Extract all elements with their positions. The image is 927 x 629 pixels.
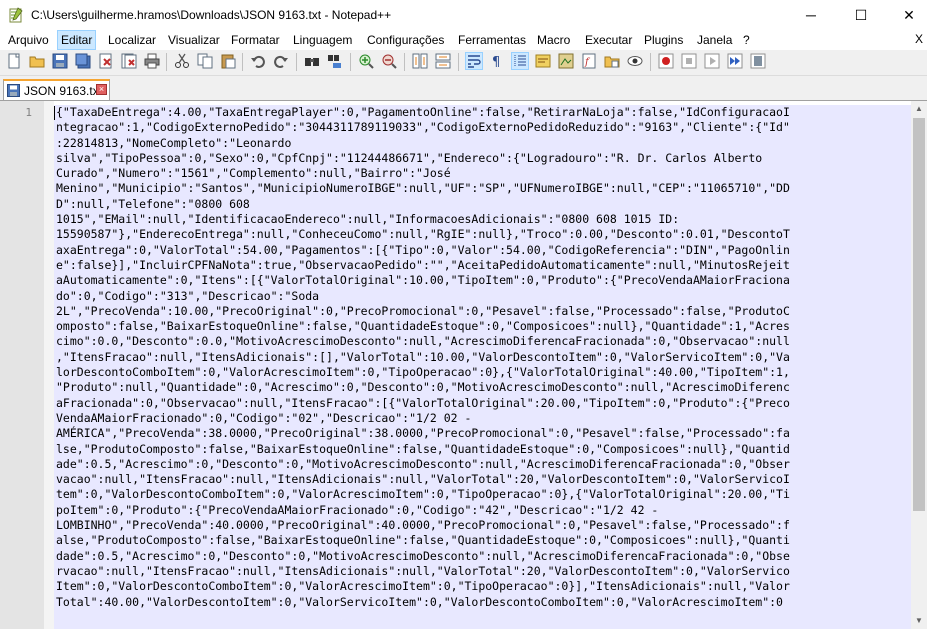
menu-visualizar[interactable]: Visualizar — [165, 31, 223, 49]
toolbar-separator — [404, 53, 405, 71]
menu-bar: Arquivo Editar Localizar Visualizar Form… — [0, 30, 927, 50]
folder-workspace-icon[interactable] — [604, 53, 620, 69]
toolbar: ¶ f — [0, 50, 927, 76]
menu-linguagem[interactable]: Linguagem — [290, 31, 355, 49]
save-macro-icon[interactable] — [750, 53, 766, 69]
saved-file-icon — [7, 84, 20, 97]
function-list-icon[interactable]: f — [581, 53, 597, 69]
scroll-down-arrow-icon[interactable]: ▼ — [911, 613, 927, 629]
tab-json-9163[interactable]: JSON 9163.txt × — [3, 79, 110, 100]
scroll-up-arrow-icon[interactable]: ▲ — [911, 101, 927, 117]
minimize-icon: ─ — [806, 7, 816, 23]
notepadpp-icon — [9, 7, 23, 23]
selected-text-area[interactable]: {"TaxaDeEntrega":4.00,"TaxaEntregaPlayer… — [54, 105, 911, 629]
menu-arquivo[interactable]: Arquivo — [5, 31, 52, 49]
record-macro-icon[interactable] — [658, 53, 674, 69]
tab-close-icon[interactable]: × — [96, 84, 107, 95]
toolbar-separator — [166, 53, 167, 71]
close-icon: ✕ — [903, 7, 915, 23]
close-window-button[interactable]: ✕ — [886, 0, 927, 30]
window-title: C:\Users\guilherme.hramos\Downloads\JSON… — [31, 8, 392, 22]
run-macro-multiple-icon[interactable] — [727, 53, 743, 69]
line-number-gutter: 1 — [0, 101, 44, 629]
maximize-icon: ☐ — [854, 7, 868, 23]
zoom-in-icon[interactable] — [358, 53, 374, 69]
user-language-icon[interactable] — [535, 53, 551, 69]
save-icon[interactable] — [52, 53, 68, 69]
toolbar-separator — [458, 53, 459, 71]
toolbar-separator — [296, 53, 297, 71]
menu-ferramentas[interactable]: Ferramentas — [455, 31, 529, 49]
print-icon[interactable] — [144, 53, 160, 69]
find-icon[interactable] — [304, 53, 320, 69]
sync-horizontal-icon[interactable] — [435, 53, 451, 69]
maximize-button[interactable]: ☐ — [838, 0, 884, 30]
toolbar-separator — [650, 53, 651, 71]
tab-bar: JSON 9163.txt × — [0, 76, 927, 101]
svg-text:¶: ¶ — [492, 55, 500, 69]
tab-label: JSON 9163.txt — [24, 84, 103, 98]
menu-help[interactable]: ? — [740, 31, 753, 49]
monitoring-icon[interactable] — [627, 53, 643, 69]
show-all-characters-icon[interactable]: ¶ — [489, 53, 505, 69]
cut-icon[interactable] — [174, 53, 190, 69]
copy-icon[interactable] — [197, 53, 213, 69]
word-wrap-icon[interactable] — [465, 52, 483, 70]
undo-icon[interactable] — [250, 53, 266, 69]
new-file-icon[interactable] — [6, 53, 22, 69]
menu-editar[interactable]: Editar — [57, 30, 97, 50]
paste-icon[interactable] — [220, 53, 236, 69]
menu-plugins[interactable]: Plugins — [641, 31, 686, 49]
open-file-icon[interactable] — [29, 53, 45, 69]
menu-executar[interactable]: Executar — [582, 31, 635, 49]
menu-localizar[interactable]: Localizar — [105, 31, 159, 49]
play-macro-icon[interactable] — [704, 53, 720, 69]
scrollbar-thumb[interactable] — [913, 118, 925, 511]
fold-margin[interactable] — [44, 101, 54, 629]
editor[interactable]: 1 {"TaxaDeEntrega":4.00,"TaxaEntregaPlay… — [0, 101, 927, 629]
minimize-button[interactable]: ─ — [788, 0, 834, 30]
menu-configuracoes[interactable]: Configurações — [364, 31, 447, 49]
document-map-icon[interactable] — [558, 53, 574, 69]
close-all-icon[interactable] — [121, 53, 137, 69]
toolbar-separator — [350, 53, 351, 71]
title-bar[interactable]: C:\Users\guilherme.hramos\Downloads\JSON… — [0, 0, 927, 30]
indent-guide-icon[interactable] — [511, 52, 529, 70]
sync-vertical-icon[interactable] — [412, 53, 428, 69]
menu-formatar[interactable]: Formatar — [228, 31, 283, 49]
toolbar-separator — [242, 53, 243, 71]
menu-macro[interactable]: Macro — [534, 31, 573, 49]
zoom-out-icon[interactable] — [381, 53, 397, 69]
close-document-button[interactable]: X — [915, 32, 923, 46]
save-all-icon[interactable] — [75, 53, 91, 69]
close-file-icon[interactable] — [98, 53, 114, 69]
redo-icon[interactable] — [273, 53, 289, 69]
document-text[interactable]: {"TaxaDeEntrega":4.00,"TaxaEntregaPlayer… — [54, 105, 911, 610]
replace-icon[interactable] — [327, 53, 343, 69]
stop-macro-icon[interactable] — [681, 53, 697, 69]
vertical-scrollbar[interactable]: ▲ ▼ — [911, 101, 927, 629]
text-caret — [54, 106, 55, 120]
line-number: 1 — [25, 106, 32, 119]
menu-janela[interactable]: Janela — [694, 31, 735, 49]
